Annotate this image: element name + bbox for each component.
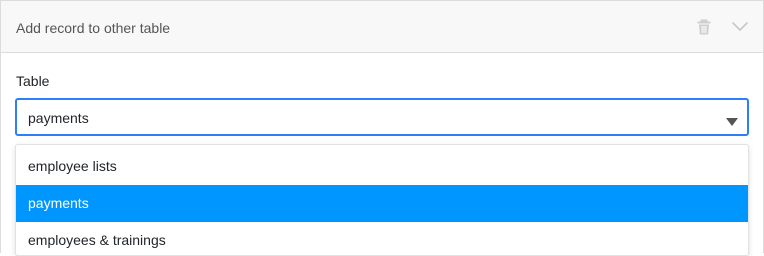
table-dropdown-menu: employee lists payments employees & trai… [15, 144, 749, 256]
table-select-value: payments [28, 110, 89, 126]
table-field-label: Table [16, 73, 50, 89]
table-select[interactable]: payments [15, 98, 749, 136]
chevron-down-icon[interactable] [730, 17, 750, 37]
action-panel: Add record to other table Table payments [0, 0, 764, 256]
dropdown-option-employee-lists[interactable]: employee lists [16, 148, 748, 185]
caret-down-icon [726, 113, 738, 126]
trash-icon[interactable] [695, 18, 713, 36]
panel-title: Add record to other table [16, 20, 171, 36]
dropdown-option-payments[interactable]: payments [16, 185, 748, 222]
panel-header: Add record to other table [1, 1, 763, 53]
dropdown-option-employees-trainings[interactable]: employees & trainings [16, 222, 748, 255]
